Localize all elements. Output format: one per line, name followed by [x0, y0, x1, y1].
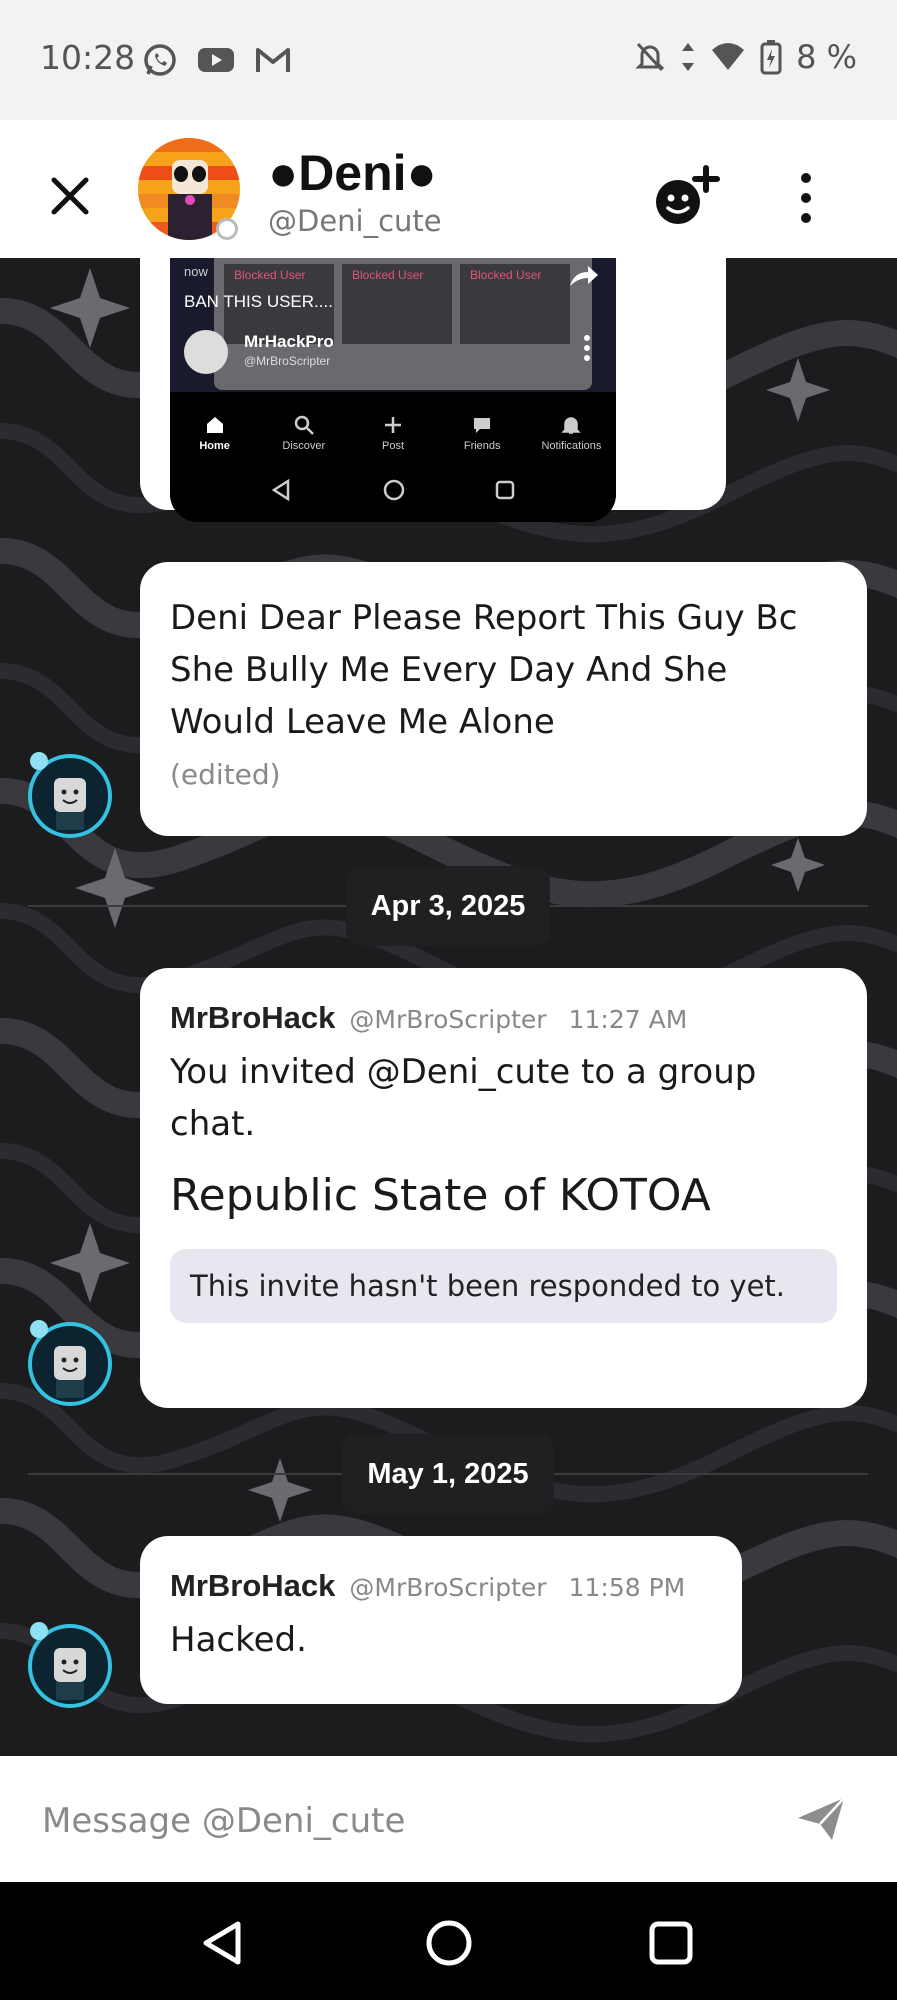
image-message-bubble[interactable]: now Blocked User Blocked User Blocked Us…: [140, 258, 726, 522]
message-handle: @MrBroScripter: [349, 1573, 547, 1602]
screenshot-system-nav: [170, 460, 616, 522]
battery-percent: 8 %: [796, 38, 857, 76]
close-icon[interactable]: [44, 170, 96, 222]
contact-avatar[interactable]: [138, 138, 240, 240]
avatar-accessory-icon: [30, 752, 48, 770]
sender-avatar[interactable]: [28, 752, 112, 838]
screenshot-nav-label: Friends: [463, 440, 501, 452]
wifi-icon: [712, 43, 745, 70]
screenshot-user-handle: @MrBroScripter: [244, 354, 331, 368]
shared-screenshot[interactable]: now Blocked User Blocked User Blocked Us…: [170, 258, 616, 522]
screenshot-user-avatar: [184, 330, 228, 374]
back-icon[interactable]: [198, 1918, 246, 1968]
message-handle: @MrBroScripter: [349, 1005, 547, 1034]
screenshot-bottom-nav: Home Discover Post Friends Notifications: [170, 392, 616, 460]
group-name: Republic State of KOTOA: [170, 1170, 711, 1221]
message-time: 11:58 PM: [568, 1573, 686, 1602]
chat-area[interactable]: now Blocked User Blocked User Blocked Us…: [0, 258, 897, 1756]
bell-off-icon: [635, 42, 665, 72]
message-author[interactable]: MrBroHack: [170, 1000, 335, 1036]
recents-icon[interactable]: [648, 1920, 694, 1966]
message-text: Hacked.: [170, 1620, 307, 1660]
message-text: Deni Dear Please Report This Guy Bc She …: [170, 598, 798, 742]
send-icon[interactable]: [792, 1790, 850, 1848]
message-bubble[interactable]: Deni Dear Please Report This Guy Bc She …: [140, 562, 867, 836]
screenshot-nav-label: Post: [382, 440, 405, 452]
screenshot-nav-label: Notifications: [541, 440, 602, 452]
contact-username: @Deni_cute: [268, 204, 442, 238]
recents-icon: [495, 480, 515, 500]
message-composer: [0, 1756, 897, 1882]
screenshot-blocked-label: Blocked User: [234, 268, 306, 282]
screenshot-nav-label: Home: [199, 440, 230, 452]
date-separator: May 1, 2025: [342, 1434, 554, 1514]
screenshot-timestamp: now: [184, 264, 208, 279]
notification-icons: [142, 42, 292, 78]
youtube-icon: [198, 48, 234, 72]
chat-bubble-icon: [474, 418, 491, 433]
system-indicators: 8 %: [634, 38, 857, 76]
home-icon[interactable]: [424, 1918, 474, 1968]
edited-label: (edited): [170, 758, 281, 791]
screenshot-caption: BAN THIS USER....: [184, 292, 333, 311]
sender-avatar[interactable]: [28, 1622, 112, 1708]
status-bar: 10:28 8 %: [0, 0, 897, 120]
message-bubble[interactable]: MrBroHack @MrBroScripter 11:58 PM Hacked…: [140, 1536, 742, 1704]
home-circle-icon: [383, 479, 405, 501]
screenshot-more-icon: [584, 335, 590, 361]
message-input[interactable]: [40, 1792, 784, 1850]
home-icon: [206, 417, 223, 433]
screenshot-blocked-label: Blocked User: [352, 268, 424, 282]
invite-status-text: This invite hasn't been responded to yet…: [190, 1269, 786, 1303]
status-time: 10:28: [40, 38, 136, 77]
avatar-accessory-icon: [30, 1622, 48, 1640]
data-arrows-icon: [682, 43, 695, 71]
offline-status-dot: [216, 218, 238, 240]
invite-status-box[interactable]: This invite hasn't been responded to yet…: [170, 1249, 837, 1323]
search-icon: [294, 415, 314, 435]
contact-name: ●Deni●: [268, 145, 437, 201]
whatsapp-icon: [144, 44, 176, 76]
bell-icon: [561, 417, 582, 434]
share-arrow-icon: [570, 266, 598, 286]
gmail-icon: [256, 48, 290, 72]
message-bubble[interactable]: MrBroHack @MrBroScripter 11:27 AM You in…: [140, 968, 867, 1408]
message-text: You invited @Deni_cute to a group chat.: [170, 1052, 757, 1144]
avatar-accessory-icon: [30, 1320, 48, 1338]
message-time: 11:27 AM: [568, 1005, 688, 1034]
more-options-icon[interactable]: [788, 168, 824, 228]
system-navigation-bar: [0, 1882, 897, 2000]
screenshot-blocked-label: Blocked User: [470, 268, 542, 282]
screenshot-user-name: MrHackPro: [244, 332, 334, 351]
message-author[interactable]: MrBroHack: [170, 1568, 335, 1604]
screenshot-nav-label: Discover: [282, 440, 326, 452]
sender-avatar[interactable]: [28, 1320, 112, 1406]
date-separator: Apr 3, 2025: [346, 866, 550, 946]
back-icon: [271, 478, 290, 502]
battery-icon: [760, 40, 782, 75]
plus-icon: [385, 417, 401, 433]
chat-header: ●Deni● @Deni_cute: [0, 120, 897, 258]
add-friend-icon[interactable]: [652, 162, 724, 228]
